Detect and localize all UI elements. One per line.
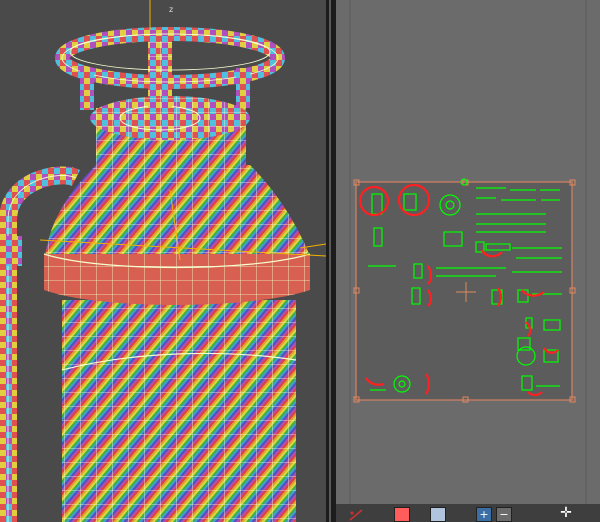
panel-splitter[interactable] bbox=[326, 0, 336, 522]
3d-perspective-viewport[interactable]: z bbox=[0, 0, 326, 522]
uv-editor-toolbar: + − ✛ bbox=[336, 504, 600, 522]
gizmo-z-axis-label: z bbox=[169, 5, 174, 14]
zoom-in-button[interactable]: + bbox=[476, 507, 492, 522]
uv-editor-panel[interactable] bbox=[336, 0, 600, 504]
uv-tile bbox=[355, 181, 573, 401]
zoom-out-button[interactable]: − bbox=[496, 507, 512, 522]
pan-icon[interactable]: ✛ bbox=[558, 506, 574, 522]
color-swatch-button[interactable] bbox=[394, 507, 410, 522]
gizmo-icon[interactable] bbox=[348, 507, 364, 522]
uv-layout-canvas[interactable] bbox=[336, 0, 600, 504]
cylinder-mesh-wireframe[interactable] bbox=[0, 0, 326, 522]
box-icon[interactable] bbox=[430, 507, 446, 522]
